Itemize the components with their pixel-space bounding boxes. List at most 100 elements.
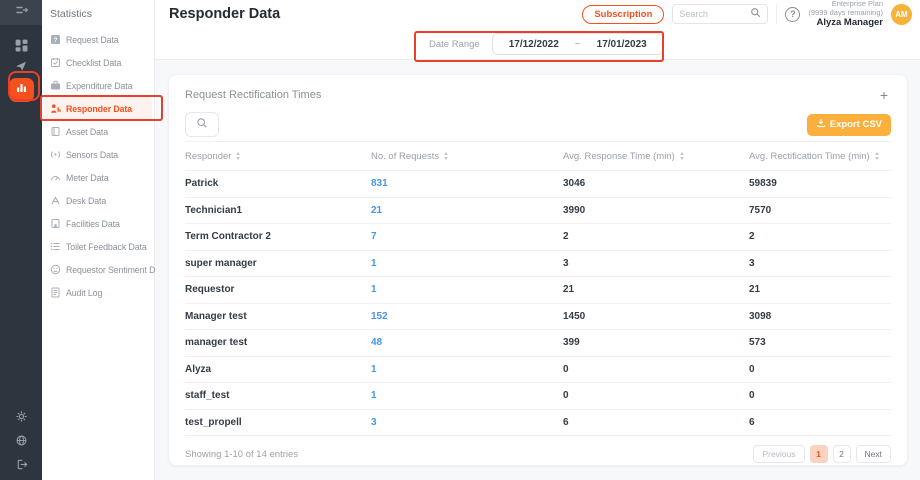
subscription-button[interactable]: Subscription — [582, 4, 665, 24]
search-icon — [196, 116, 208, 134]
requests-count-link[interactable]: 1 — [371, 284, 563, 295]
responder-name: manager test — [185, 337, 248, 349]
sidebar-item-sensors-data[interactable]: Sensors Data — [42, 143, 154, 166]
search-input[interactable] — [679, 9, 747, 19]
date-start-value[interactable]: 17/12/2022 — [509, 39, 559, 50]
sidebar-item-label: Asset Data — [66, 126, 109, 137]
export-csv-button[interactable]: Export CSV — [806, 113, 891, 136]
language-button[interactable] — [13, 432, 29, 448]
responder-name: Technician1 — [185, 204, 243, 216]
logout-button[interactable] — [13, 456, 29, 472]
top-header: Responder Data Subscription ? Enterprise… — [155, 0, 920, 28]
settings-button[interactable] — [13, 408, 29, 424]
bar-chart-icon — [15, 81, 28, 99]
date-range-picker[interactable]: 17/12/2022 ~ 17/01/2023 — [491, 33, 664, 55]
requests-count-link[interactable]: 3 — [371, 417, 563, 428]
page-1-button[interactable]: 1 — [809, 445, 828, 463]
dashboard-nav-button[interactable] — [13, 37, 29, 53]
card-toolbar: Export CSV — [185, 112, 891, 137]
collapse-icon — [14, 3, 29, 22]
table-row: Alyza 1 0 0 — [185, 357, 891, 383]
collapse-sidebar-button[interactable] — [0, 0, 42, 25]
date-end-value[interactable]: 17/01/2023 — [597, 39, 647, 50]
avg-rectification-time: 3098 — [749, 310, 772, 322]
requests-count-link[interactable]: 1 — [371, 258, 563, 269]
avg-response-time: 21 — [563, 284, 575, 296]
responder-name: Term Contractor 2 — [185, 231, 271, 243]
avg-rectification-time: 0 — [749, 363, 755, 375]
sort-icon[interactable] — [236, 152, 241, 160]
app-root: Statistics ? Request Data Checklist Data… — [0, 0, 920, 480]
requests-count-link[interactable]: 21 — [371, 205, 563, 216]
table-row: Manager test 152 1450 3098 — [185, 304, 891, 330]
previous-page-button[interactable]: Previous — [753, 445, 805, 463]
requests-count-link[interactable]: 1 — [371, 390, 563, 401]
sidebar-item-audit-log[interactable]: Audit Log — [42, 281, 154, 304]
sidebar-item-asset-data[interactable]: Asset Data — [42, 120, 154, 143]
avg-response-time: 399 — [563, 337, 580, 349]
sidebar-item-label: Request Data — [66, 34, 119, 45]
requests-count-link[interactable]: 1 — [371, 364, 563, 375]
page-2-button[interactable]: 2 — [832, 445, 851, 463]
table-footer: Showing 1-10 of 14 entries Previous 1 2 … — [185, 445, 891, 463]
plan-name-line: Enterprise Plan — [831, 0, 883, 9]
table-row: test_propell 3 6 6 — [185, 410, 891, 436]
table-search-button[interactable] — [185, 112, 219, 137]
audit-log-icon — [50, 287, 61, 298]
card-header: Request Rectification Times + — [185, 87, 891, 103]
responder-name: super manager — [185, 257, 257, 269]
responder-name: Patrick — [185, 178, 219, 190]
expenditure-icon — [50, 80, 61, 91]
column-header-avg-rectification[interactable]: Avg. Rectification Time (min) — [749, 151, 891, 162]
meter-icon — [50, 172, 61, 183]
avg-response-time: 0 — [563, 363, 569, 375]
avg-response-time: 1450 — [563, 310, 586, 322]
sidebar-item-label: Desk Data — [66, 195, 107, 206]
search-icon[interactable] — [750, 5, 761, 23]
table-row: Term Contractor 2 7 2 2 — [185, 224, 891, 251]
help-button[interactable]: ? — [785, 6, 801, 22]
broadcast-nav-button[interactable] — [13, 58, 29, 74]
column-header-responder[interactable]: Responder — [185, 151, 371, 162]
sidebar-item-facilities-data[interactable]: Facilities Data — [42, 212, 154, 235]
sidebar-item-label: Requestor Sentiment Data — [66, 264, 168, 275]
sidebar-item-checklist-data[interactable]: Checklist Data — [42, 51, 154, 74]
sidebar-item-expenditure-data[interactable]: Expenditure Data — [42, 74, 154, 97]
avg-response-time: 3 — [563, 257, 569, 269]
table-row: staff_test 1 0 0 — [185, 383, 891, 410]
sidebar-item-toilet-feedback-data[interactable]: Toilet Feedback Data — [42, 235, 154, 258]
page-title: Responder Data — [169, 6, 281, 22]
sidebar-item-requestor-sentiment-data[interactable]: Requestor Sentiment Data — [42, 258, 167, 281]
column-header-avg-response[interactable]: Avg. Response Time (min) — [563, 151, 749, 162]
responder-icon — [50, 103, 61, 114]
avg-response-time: 2 — [563, 231, 569, 243]
sort-icon[interactable] — [679, 152, 684, 160]
requests-count-link[interactable]: 831 — [371, 178, 563, 189]
responder-name: Requestor — [185, 284, 235, 296]
avg-rectification-time: 0 — [749, 390, 755, 402]
avg-response-time: 0 — [563, 390, 569, 402]
sidebar-item-label: Toilet Feedback Data — [66, 241, 147, 252]
requests-count-link[interactable]: 152 — [371, 311, 563, 322]
user-name: Alyza Manager — [816, 17, 883, 29]
next-page-button[interactable]: Next — [855, 445, 891, 463]
pagination: Previous 1 2 Next — [753, 445, 891, 463]
asset-icon — [50, 126, 61, 137]
avg-rectification-time: 6 — [749, 416, 755, 428]
global-search — [672, 4, 769, 24]
column-header-requests[interactable]: No. of Requests — [371, 151, 563, 162]
table-row: Technician1 21 3990 7570 — [185, 198, 891, 224]
sidebar-item-request-data[interactable]: ? Request Data — [42, 28, 154, 51]
requests-count-link[interactable]: 7 — [371, 231, 563, 242]
add-widget-button[interactable]: + — [877, 87, 891, 103]
table-row: Patrick 831 3046 59839 — [185, 171, 891, 198]
sort-icon[interactable] — [874, 152, 879, 160]
statistics-nav-button[interactable] — [8, 78, 34, 102]
sidebar-item-desk-data[interactable]: Desk Data — [42, 189, 154, 212]
sidebar-item-responder-data[interactable]: Responder Data — [44, 97, 152, 120]
sidebar-item-label: Meter Data — [66, 172, 109, 183]
requests-count-link[interactable]: 48 — [371, 337, 563, 348]
user-avatar[interactable]: AM — [891, 3, 912, 25]
sidebar-item-meter-data[interactable]: Meter Data — [42, 166, 154, 189]
sort-icon[interactable] — [444, 152, 449, 160]
